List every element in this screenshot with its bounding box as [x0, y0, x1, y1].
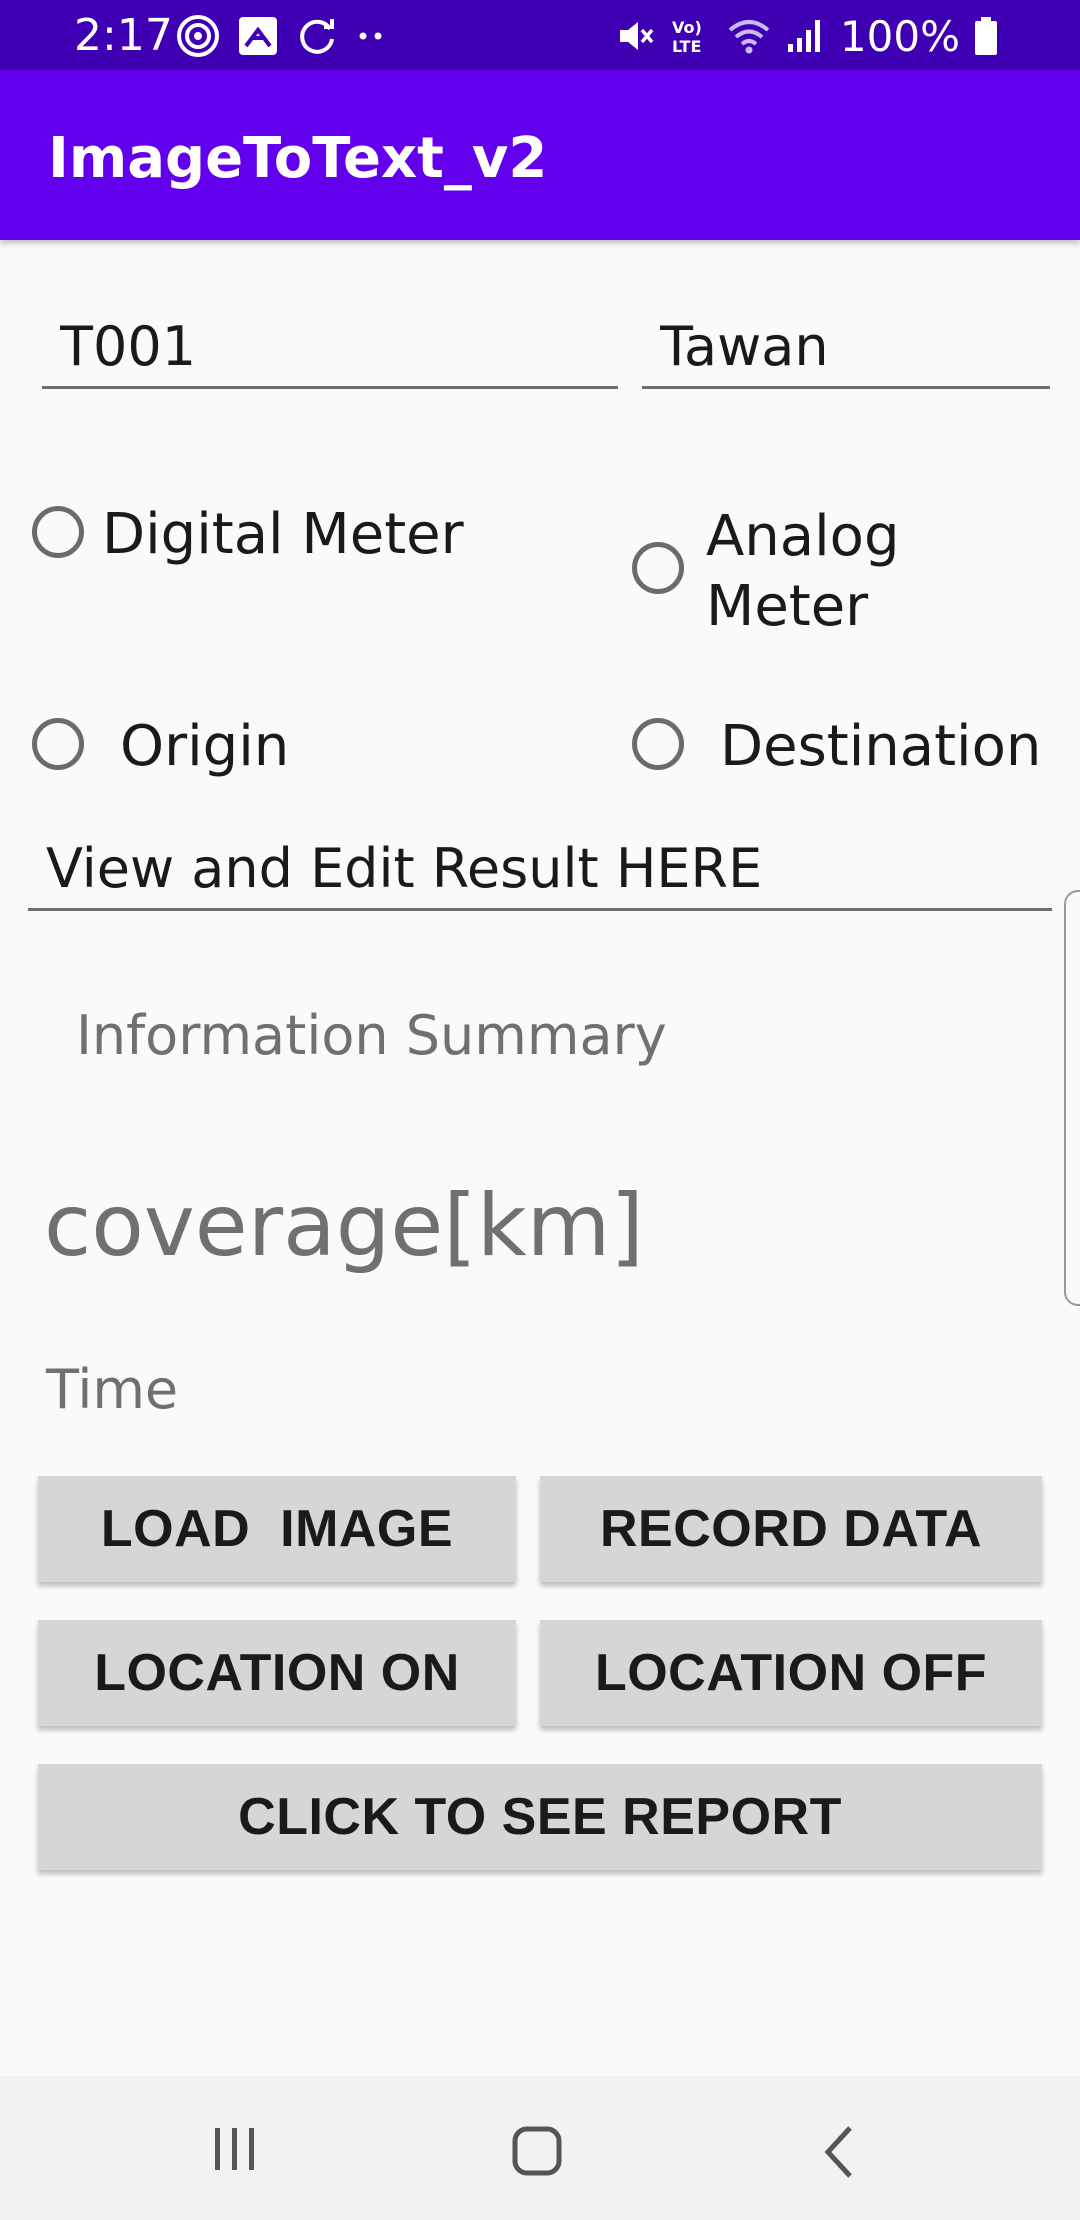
radio-label: Analog Meter [706, 504, 900, 639]
radio-button[interactable] [632, 718, 684, 770]
volte-icon: Vo) LTE [672, 18, 702, 56]
mute-icon [619, 22, 654, 50]
name-field-container [642, 278, 1050, 389]
radio-button[interactable] [32, 506, 84, 558]
home-icon[interactable] [510, 2124, 566, 2180]
nav-bar [0, 2076, 1080, 2220]
recent-apps-icon[interactable] [210, 2124, 260, 2174]
location-on-button[interactable]: LOCATION ON [38, 1620, 516, 1726]
radio-label: Digital Meter [102, 502, 464, 567]
location-off-button[interactable]: LOCATION OFF [540, 1620, 1042, 1726]
radio-analog-meter[interactable]: Analog Meter [632, 502, 1052, 642]
load-image-button[interactable]: LOAD IMAGE [38, 1476, 516, 1582]
record-data-button[interactable]: RECORD DATA [540, 1476, 1042, 1582]
more-dots-icon [359, 32, 382, 40]
id-field-container [42, 278, 618, 389]
radio-label: Origin [120, 714, 290, 779]
battery-icon [975, 17, 997, 55]
app-icon [239, 17, 277, 55]
radio-label: Destination [720, 714, 1042, 779]
coverage-label: coverage[km] [44, 1176, 644, 1276]
result-field-container [28, 800, 1052, 911]
radio-destination[interactable]: Destination [632, 712, 1041, 782]
information-summary: Information Summary [76, 1004, 667, 1067]
status-time: 2:17 [74, 10, 173, 61]
battery-percent: 100% [839, 11, 960, 61]
sync-icon [300, 19, 334, 54]
scroll-indicator[interactable] [1064, 890, 1080, 1306]
svg-text:Vo): Vo) [672, 18, 702, 37]
radio-origin[interactable]: Origin [32, 712, 289, 782]
name-field[interactable] [642, 278, 1050, 386]
time-label: Time [46, 1358, 179, 1421]
target-icon [177, 15, 219, 57]
wifi-icon [728, 20, 770, 54]
app-title: ImageToText_v2 [48, 126, 548, 191]
app-bar: ImageToText_v2 [0, 70, 1080, 240]
svg-text:LTE: LTE [672, 37, 701, 56]
see-report-button[interactable]: CLICK TO SEE REPORT [38, 1764, 1042, 1870]
radio-digital-meter[interactable]: Digital Meter [32, 500, 464, 570]
id-field[interactable] [42, 278, 618, 386]
radio-button[interactable] [32, 718, 84, 770]
signal-icon [787, 20, 820, 52]
radio-button[interactable] [632, 542, 684, 594]
back-icon[interactable] [820, 2124, 860, 2180]
result-field[interactable] [28, 800, 1052, 908]
status-bar: 2:17 Vo) LTE 100% [0, 0, 1080, 70]
